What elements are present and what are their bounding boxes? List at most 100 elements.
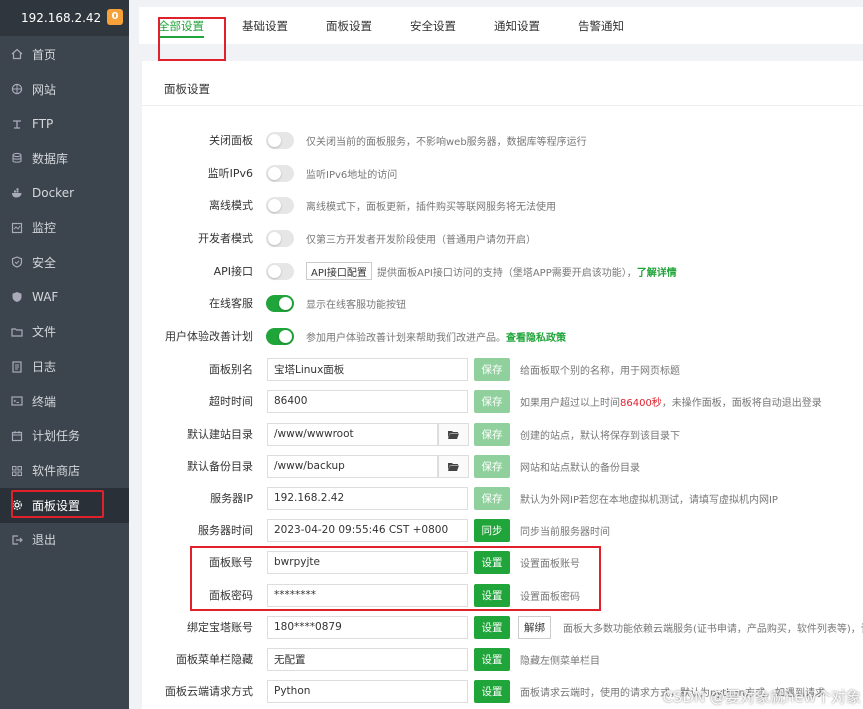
- save-alias-button[interactable]: 保存: [474, 357, 510, 381]
- setting-desc-text: 如果用户超过以上时间: [520, 397, 620, 409]
- setting-desc: 离线模式下，面板更新，插件购买等联网服务将无法使用: [306, 201, 556, 213]
- setting-desc: 面板大多数功能依赖云端服务(证书申请，产品购买，软件列表等)，该功能: [563, 623, 863, 635]
- setting-desc: 同步当前服务器时间: [520, 526, 610, 538]
- setting-row-server-time: 服务器时间 2023-04-20 09:55:46 CST +0800 同步 同…: [142, 516, 863, 544]
- save-site-dir-button[interactable]: 保存: [474, 422, 510, 446]
- tab-security-settings[interactable]: 安全设置: [391, 7, 475, 44]
- grid-icon: [10, 464, 24, 478]
- set-cloud-method-button[interactable]: 设置: [474, 679, 510, 703]
- watermark: CSDN @要对象就new个对象: [662, 688, 861, 706]
- ux-plan-toggle[interactable]: [266, 327, 294, 345]
- setting-row-timeout: 超时时间 86400 保存 如果用户超过以上时间86400秒，未操作面板，面板将…: [142, 387, 863, 415]
- sidebar-item-label: 文件: [32, 325, 57, 340]
- tab-basic-settings[interactable]: 基础设置: [223, 7, 307, 44]
- setting-desc-text: ，未操作面板，面板将自动退出登录: [661, 397, 822, 409]
- browse-site-dir-button[interactable]: [438, 422, 469, 446]
- sidebar-item-cron[interactable]: 计划任务: [0, 419, 129, 454]
- dev-mode-toggle[interactable]: [266, 229, 294, 247]
- setting-row-server-ip: 服务器IP 192.168.2.42 保存 默认为外网IP若您在本地虚拟机测试，…: [142, 484, 863, 512]
- setting-row-bind-account: 绑定宝塔账号 180****0879 设置 解绑 面板大多数功能依赖云端服务(证…: [142, 613, 863, 641]
- tab-notify-settings[interactable]: 通知设置: [475, 7, 559, 44]
- setting-label: 离线模式: [209, 199, 253, 212]
- sidebar-item-database[interactable]: 数据库: [0, 141, 129, 176]
- settings-tabbar: 全部设置 基础设置 面板设置 安全设置 通知设置 告警通知: [139, 7, 863, 61]
- setting-row-close-panel: 关闭面板 仅关闭当前的面板服务，不影响web服务器，数据库等程序运行: [142, 126, 863, 154]
- home-icon: [10, 47, 24, 61]
- offline-mode-toggle[interactable]: [266, 196, 294, 214]
- timeout-seconds: 86400秒: [620, 397, 662, 409]
- sidebar-item-logs[interactable]: 日志: [0, 349, 129, 384]
- tab-alert-notify[interactable]: 告警通知: [559, 7, 643, 44]
- sidebar-item-docker[interactable]: Docker: [0, 176, 129, 211]
- setting-row-site-dir: 默认建站目录 /www/wwwroot 保存 创建的站点，默认将保存到该目录下: [142, 420, 863, 448]
- setting-desc: 隐藏左侧菜单栏目: [520, 655, 600, 667]
- sidebar-item-label: 计划任务: [32, 429, 81, 444]
- save-server-ip-button[interactable]: 保存: [474, 486, 510, 510]
- online-service-toggle[interactable]: [266, 294, 294, 312]
- setting-desc: 仅第三方开发者开发阶段使用（普通用户请勿开启）: [306, 234, 536, 246]
- setting-row-alias: 面板别名 宝塔Linux面板 保存 给面板取个别的名称，用于网页标题: [142, 355, 863, 383]
- tab-all-settings[interactable]: 全部设置: [139, 7, 223, 44]
- panel-password-input[interactable]: ********: [267, 583, 468, 607]
- setting-label: 用户体验改善计划: [165, 330, 253, 343]
- sidebar-item-ftp[interactable]: FTP: [0, 106, 129, 141]
- section-title: 面板设置: [164, 82, 210, 96]
- notification-badge[interactable]: 0: [107, 9, 123, 25]
- setting-desc: 给面板取个别的名称，用于网页标题: [520, 365, 680, 377]
- privacy-policy-link[interactable]: 查看隐私政策: [506, 333, 566, 344]
- save-timeout-button[interactable]: 保存: [474, 389, 510, 413]
- setting-desc: 设置面板密码: [520, 591, 580, 603]
- backup-dir-input[interactable]: /www/backup: [267, 454, 438, 478]
- setting-desc: 默认为外网IP若您在本地虚拟机测试，请填写虚拟机内网IP: [520, 494, 778, 506]
- set-menu-hide-button[interactable]: 设置: [474, 647, 510, 671]
- set-password-button[interactable]: 设置: [474, 583, 510, 607]
- sync-time-button[interactable]: 同步: [474, 518, 510, 542]
- sidebar-item-home[interactable]: 首页: [0, 37, 129, 72]
- setting-label: 默认备份目录: [187, 460, 253, 473]
- sidebar-item-website[interactable]: 网站: [0, 72, 129, 107]
- timeout-input[interactable]: 86400: [267, 389, 468, 413]
- learn-more-link[interactable]: 了解详情: [637, 268, 677, 279]
- menu-hide-input[interactable]: 无配置: [267, 647, 468, 671]
- folder-icon: [10, 325, 24, 339]
- sidebar-item-label: FTP: [32, 116, 54, 131]
- ipv6-toggle[interactable]: [266, 164, 294, 182]
- sidebar-item-security[interactable]: 安全: [0, 245, 129, 280]
- setting-desc-text: 提供面板API接口访问的支持（堡塔APP需要开启该功能），: [377, 267, 637, 279]
- setting-desc: 提供面板API接口访问的支持（堡塔APP需要开启该功能），了解详情: [377, 264, 677, 279]
- waf-shield-icon: [10, 290, 24, 304]
- api-config-button[interactable]: API接口配置: [306, 262, 372, 280]
- bound-account-input[interactable]: 180****0879: [267, 615, 468, 639]
- sidebar-item-label: Docker: [32, 186, 75, 201]
- globe-icon: [10, 82, 24, 96]
- set-account-button[interactable]: 设置: [474, 550, 510, 574]
- log-icon: [10, 360, 24, 374]
- setting-label: 服务器时间: [198, 524, 253, 537]
- panel-account-input[interactable]: bwrpyjte: [267, 550, 468, 574]
- sidebar-item-files[interactable]: 文件: [0, 315, 129, 350]
- server-time-input[interactable]: 2023-04-20 09:55:46 CST +0800: [267, 518, 468, 542]
- unbind-button[interactable]: 解绑: [518, 615, 551, 639]
- tab-panel-settings[interactable]: 面板设置: [307, 7, 391, 44]
- api-toggle[interactable]: [266, 262, 294, 280]
- sidebar-menu: 首页 网站 FTP 数据库 Docker 监控 安全 WAF 文件 日志 终端 …: [0, 37, 129, 557]
- sidebar-item-waf[interactable]: WAF: [0, 280, 129, 315]
- sidebar-header: 192.168.2.42 0: [0, 0, 129, 36]
- sidebar-item-panel-settings[interactable]: 面板设置: [0, 487, 129, 523]
- setting-row-account: 面板账号 bwrpyjte 设置 设置面板账号: [142, 548, 863, 576]
- sidebar-item-monitor[interactable]: 监控: [0, 210, 129, 245]
- cloud-method-input[interactable]: Python: [267, 679, 468, 703]
- sidebar-item-terminal[interactable]: 终端: [0, 384, 129, 419]
- server-ip-input[interactable]: 192.168.2.42: [267, 486, 468, 510]
- site-dir-input[interactable]: /www/wwwroot: [267, 422, 438, 446]
- set-bind-button[interactable]: 设置: [474, 615, 510, 639]
- gear-icon: [10, 498, 24, 512]
- sidebar-item-logout[interactable]: 退出: [0, 523, 129, 558]
- sidebar-item-store[interactable]: 软件商店: [0, 453, 129, 488]
- close-panel-toggle[interactable]: [266, 131, 294, 149]
- panel-alias-input[interactable]: 宝塔Linux面板: [267, 357, 468, 381]
- setting-desc: 网站和站点默认的备份目录: [520, 462, 640, 474]
- save-backup-dir-button[interactable]: 保存: [474, 454, 510, 478]
- browse-backup-dir-button[interactable]: [438, 454, 469, 478]
- setting-row-api: API接口 API接口配置 提供面板API接口访问的支持（堡塔APP需要开启该功…: [142, 257, 863, 285]
